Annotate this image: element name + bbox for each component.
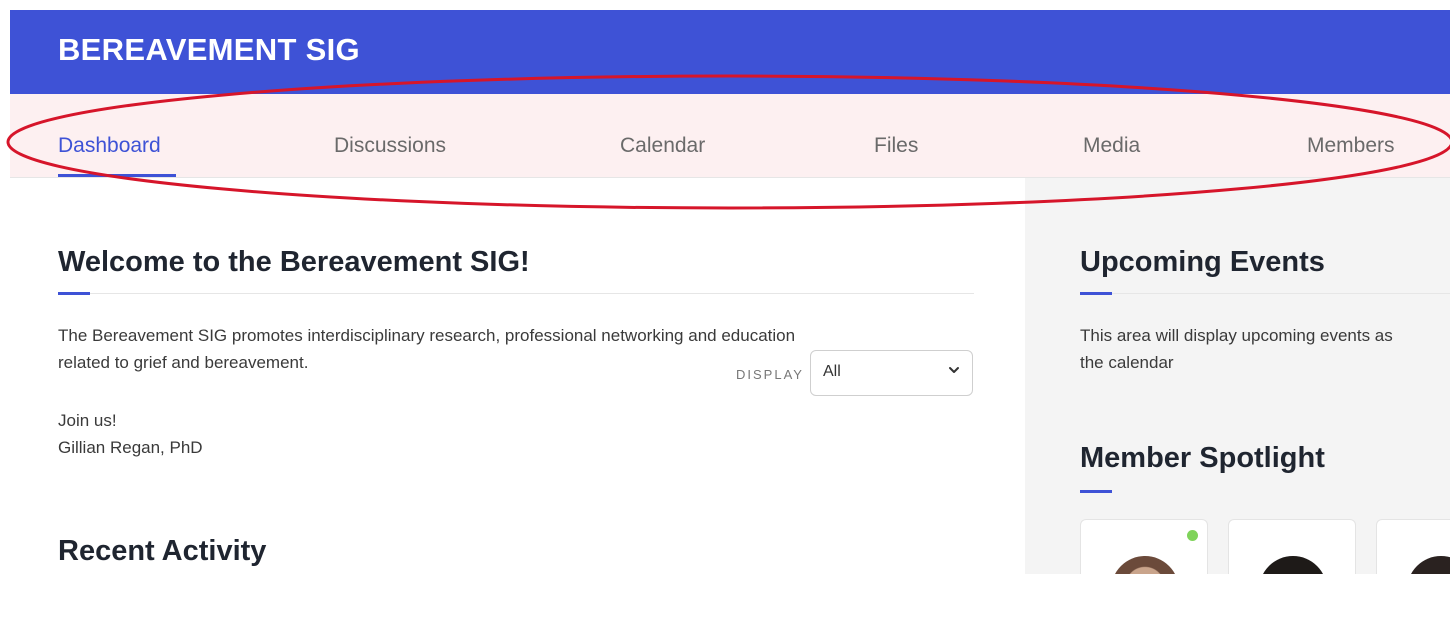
upcoming-events-accent <box>1080 292 1112 295</box>
display-label: DISPLAY <box>736 367 804 382</box>
upcoming-events-divider <box>1112 293 1450 294</box>
header-bar: BEREAVEMENT SIG <box>10 10 1450 94</box>
welcome-divider <box>90 293 974 294</box>
tab-discussions[interactable]: Discussions <box>334 134 446 158</box>
welcome-title-accent <box>58 292 90 295</box>
online-status-indicator <box>1187 530 1198 541</box>
recent-activity-title: Recent Activity <box>58 535 267 567</box>
welcome-join: Join us! <box>58 411 117 430</box>
chevron-down-icon <box>949 367 959 373</box>
sidebar: Upcoming Events This area will display u… <box>1025 178 1450 589</box>
tab-nav: Dashboard Discussions Calendar Files Med… <box>10 94 1450 178</box>
welcome-body-line-1: The Bereavement SIG promotes interdiscip… <box>58 326 796 345</box>
member-spotlight-title: Member Spotlight <box>1080 442 1325 474</box>
tab-members[interactable]: Members <box>1307 134 1395 158</box>
welcome-body-line-2: related to grief and bereavement. <box>58 353 309 372</box>
upcoming-events-body-line-1: This area will display upcoming events a… <box>1080 326 1393 345</box>
main-content: Welcome to the Bereavement SIG! The Bere… <box>10 178 1025 574</box>
welcome-signature: Gillian Regan, PhD <box>58 438 203 457</box>
upcoming-events-body-line-2: the calendar <box>1080 353 1174 372</box>
display-filter-value: All <box>823 363 841 380</box>
display-filter-select[interactable]: All <box>810 350 973 396</box>
tab-media[interactable]: Media <box>1083 134 1140 158</box>
tab-calendar[interactable]: Calendar <box>620 134 705 158</box>
member-spotlight-accent <box>1080 490 1112 493</box>
tab-dashboard[interactable]: Dashboard <box>58 134 161 158</box>
welcome-title: Welcome to the Bereavement SIG! <box>58 246 530 278</box>
tab-files[interactable]: Files <box>874 134 918 158</box>
active-tab-indicator <box>58 174 176 177</box>
page-bottom-margin <box>0 574 1450 624</box>
group-title: BEREAVEMENT SIG <box>58 32 360 67</box>
upcoming-events-title: Upcoming Events <box>1080 246 1325 278</box>
